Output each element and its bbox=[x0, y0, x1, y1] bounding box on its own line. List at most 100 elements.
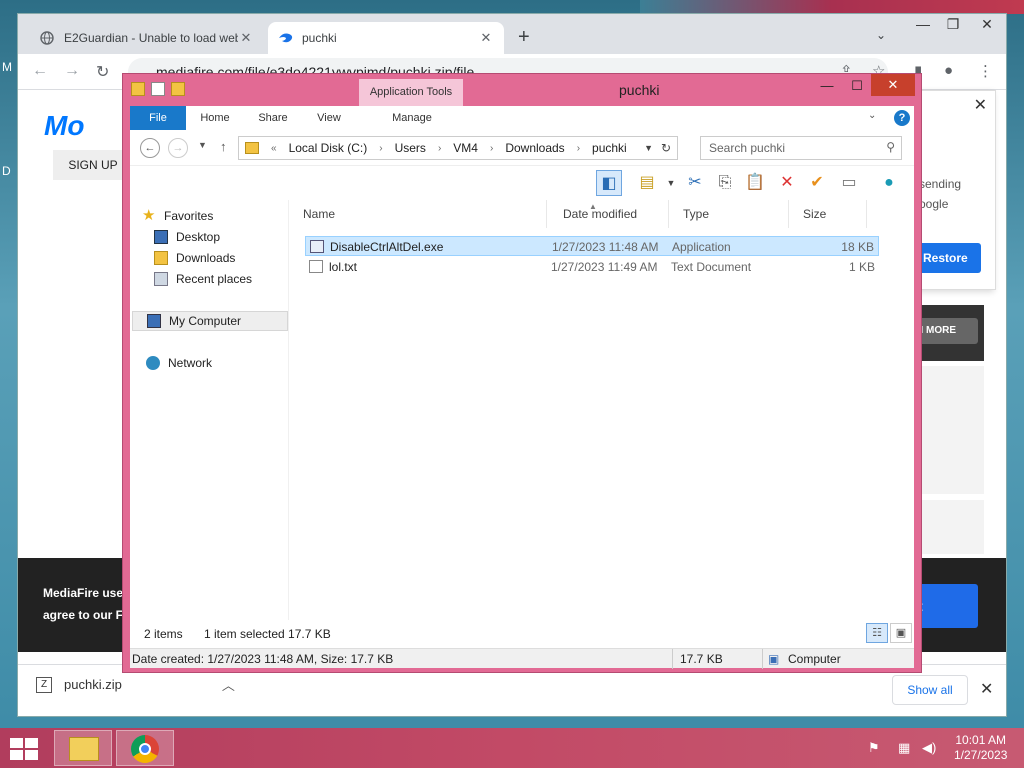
nav-favorites[interactable]: ★ Favorites bbox=[142, 206, 298, 226]
back-icon[interactable]: ← bbox=[32, 62, 48, 80]
new-tab-button[interactable]: + bbox=[518, 26, 530, 49]
nav-my-computer[interactable]: My Computer bbox=[132, 311, 288, 331]
breadcrumb-item[interactable]: Downloads bbox=[505, 141, 564, 155]
reload-icon[interactable]: ↻ bbox=[96, 62, 109, 82]
column-header-type[interactable]: Type bbox=[671, 200, 789, 228]
recent-locations-chevron-icon[interactable]: ▼ bbox=[198, 140, 207, 150]
globe-icon[interactable]: ● bbox=[876, 170, 902, 196]
new-folder-icon[interactable] bbox=[171, 82, 185, 96]
up-arrow-icon[interactable]: ↑ bbox=[220, 139, 227, 154]
download-filename: puchki.zip bbox=[64, 677, 122, 692]
back-icon[interactable]: ← bbox=[140, 138, 160, 158]
network-icon bbox=[146, 356, 160, 370]
downloads-folder-icon bbox=[154, 251, 168, 265]
tab-view[interactable]: View bbox=[306, 106, 352, 130]
nav-recent-places[interactable]: Recent places bbox=[154, 269, 310, 289]
restore-button[interactable]: Restore bbox=[913, 243, 981, 273]
chevron-right-icon[interactable]: › bbox=[438, 143, 441, 154]
chevron-right-icon[interactable]: › bbox=[577, 143, 580, 154]
column-header-date[interactable]: Date modified bbox=[551, 200, 669, 228]
system-clock[interactable]: 10:01 AM 1/27/2023 bbox=[954, 733, 1007, 763]
nav-label: Downloads bbox=[176, 251, 236, 265]
chevron-right-icon[interactable]: › bbox=[379, 143, 382, 154]
breadcrumb-overflow[interactable]: « bbox=[271, 143, 277, 154]
details-view-icon[interactable]: ☷ bbox=[866, 623, 888, 643]
network-icon[interactable]: ▦ bbox=[898, 740, 910, 756]
application-tools-header: Application Tools bbox=[359, 79, 463, 106]
forward-icon[interactable]: → bbox=[168, 138, 188, 158]
action-center-flag-icon[interactable]: ⚑ bbox=[868, 740, 880, 756]
show-all-button[interactable]: Show all bbox=[892, 675, 968, 705]
breadcrumb-item[interactable]: Users bbox=[395, 141, 426, 155]
rename-check-icon[interactable]: ✔ bbox=[804, 170, 830, 196]
column-header-name[interactable]: Name bbox=[291, 200, 547, 228]
large-icons-view-icon[interactable]: ▣ bbox=[890, 623, 912, 643]
start-button[interactable] bbox=[10, 738, 38, 760]
nav-label: My Computer bbox=[169, 314, 242, 328]
volume-icon[interactable]: ◀) bbox=[922, 740, 936, 756]
delete-icon[interactable]: ✕ bbox=[774, 170, 800, 196]
breadcrumb-item[interactable]: puchki bbox=[592, 141, 627, 155]
tab-file[interactable]: File bbox=[130, 106, 186, 130]
chevron-down-icon[interactable]: ▼ bbox=[658, 170, 684, 196]
tab-share[interactable]: Share bbox=[248, 106, 298, 130]
windows-logo-pane bbox=[10, 750, 23, 760]
file-name: lol.txt bbox=[329, 260, 358, 274]
cut-icon[interactable]: ✂ bbox=[682, 170, 708, 196]
profile-icon[interactable]: ● bbox=[944, 62, 953, 79]
breadcrumb[interactable]: « Local Disk (C:) › Users › VM4 › Downlo… bbox=[238, 136, 678, 160]
tab-e2guardian[interactable]: E2Guardian - Unable to load web ✕ bbox=[30, 22, 264, 54]
tab-puchki[interactable]: puchki ✕ bbox=[268, 22, 504, 54]
nav-network[interactable]: Network bbox=[146, 353, 302, 373]
properties-icon[interactable] bbox=[151, 82, 165, 96]
taskbar-chrome[interactable] bbox=[116, 730, 174, 766]
paste-icon[interactable]: 📋 bbox=[742, 170, 768, 196]
breadcrumb-item[interactable]: Local Disk (C:) bbox=[289, 141, 368, 155]
tab-search-chevron-icon[interactable]: ⌄ bbox=[876, 28, 886, 42]
recent-places-icon bbox=[154, 272, 168, 286]
file-size: 1 KB bbox=[848, 260, 875, 274]
ribbon-expand-icon[interactable]: ⌄ bbox=[868, 110, 876, 121]
signup-button[interactable]: SIGN UP bbox=[53, 150, 133, 180]
file-list: ▲ Name Date modified Type Size DisableCt… bbox=[288, 200, 914, 620]
tab-close-icon[interactable]: ✕ bbox=[478, 30, 494, 46]
folder-icon[interactable] bbox=[131, 82, 145, 96]
select-icon[interactable]: ▭ bbox=[836, 170, 862, 196]
download-item[interactable]: Z puchki.zip ︿ bbox=[36, 675, 235, 694]
tab-close-icon[interactable]: ✕ bbox=[238, 30, 254, 46]
forward-icon[interactable]: → bbox=[64, 62, 80, 80]
selection-size: 17.7 KB bbox=[680, 652, 723, 666]
nav-downloads[interactable]: Downloads bbox=[154, 248, 310, 268]
chevron-right-icon[interactable]: › bbox=[490, 143, 493, 154]
menu-kebab-icon[interactable]: ⋮ bbox=[978, 62, 993, 80]
properties-folder-icon[interactable]: ▤ bbox=[634, 170, 660, 196]
mediafire-logo: Mo bbox=[44, 110, 85, 141]
preview-pane-button[interactable]: ◧ bbox=[596, 170, 622, 196]
nav-desktop[interactable]: Desktop bbox=[154, 227, 310, 247]
taskbar-file-explorer[interactable] bbox=[54, 730, 112, 766]
minimize-icon[interactable]: — bbox=[815, 76, 839, 96]
close-icon[interactable]: ✕ bbox=[970, 14, 1004, 34]
help-icon[interactable]: ? bbox=[894, 110, 910, 126]
chrome-icon bbox=[131, 735, 159, 763]
column-header-size[interactable]: Size bbox=[791, 200, 867, 228]
maximize-icon[interactable]: ❐ bbox=[936, 14, 970, 34]
table-row[interactable]: lol.txt 1/27/2023 11:49 AM Text Document… bbox=[305, 257, 879, 277]
search-input[interactable]: Search puchki ⚲ bbox=[700, 136, 902, 160]
folder-icon bbox=[245, 142, 259, 154]
chevron-up-icon[interactable]: ︿ bbox=[222, 675, 235, 694]
table-row[interactable]: DisableCtrlAltDel.exe 1/27/2023 11:48 AM… bbox=[305, 236, 879, 256]
refresh-icon[interactable]: ↻ bbox=[661, 141, 671, 155]
copy-icon[interactable]: ⎘ bbox=[712, 170, 738, 196]
path-dropdown-icon[interactable]: ▼ bbox=[644, 143, 653, 153]
tab-home[interactable]: Home bbox=[190, 106, 240, 130]
maximize-icon[interactable]: ☐ bbox=[845, 76, 869, 96]
explorer-close-button[interactable]: ✕ bbox=[871, 74, 915, 96]
breadcrumb-item[interactable]: VM4 bbox=[453, 141, 478, 155]
tab-manage[interactable]: Manage bbox=[384, 106, 440, 130]
computer-icon bbox=[147, 314, 161, 328]
clock-time: 10:01 AM bbox=[955, 733, 1007, 747]
close-shelf-icon[interactable]: ✕ bbox=[980, 679, 993, 699]
popup-close-icon[interactable]: ✕ bbox=[974, 95, 987, 115]
minimize-icon[interactable]: — bbox=[906, 14, 940, 34]
